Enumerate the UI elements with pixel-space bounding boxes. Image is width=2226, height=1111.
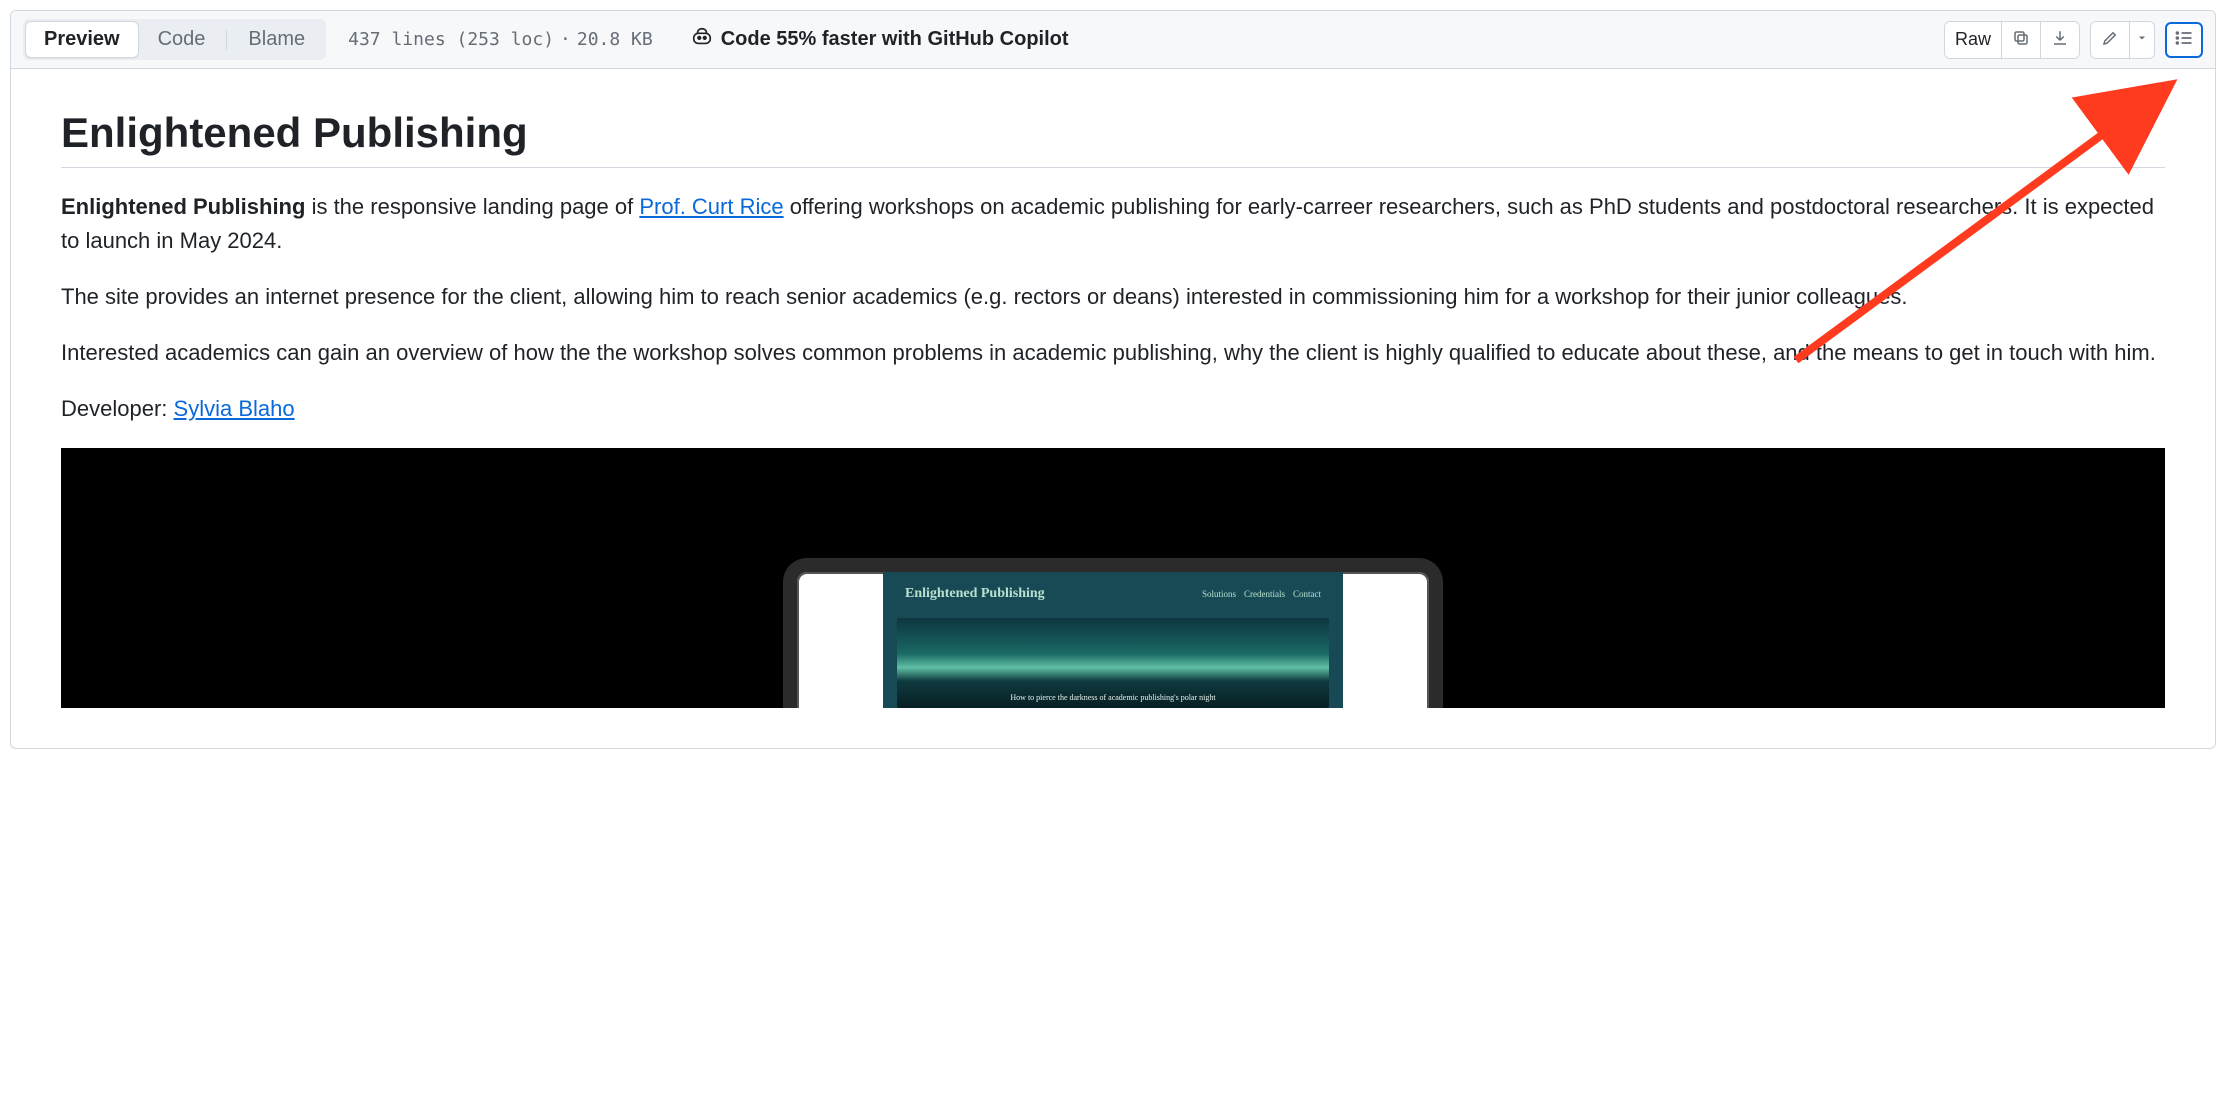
tab-divider [226,30,227,50]
nav-item: Solutions [1202,589,1236,599]
file-meta: 437 lines (253 loc) · 20.8 KB [348,29,653,50]
pencil-icon [2101,29,2119,50]
laptop-camera-icon [1109,560,1117,568]
readme-paragraph-3: Interested academics can gain an overvie… [61,336,2165,370]
site-nav: Solutions Credentials Contact [1202,589,1321,599]
caret-down-icon [2136,32,2148,47]
list-icon [2174,28,2194,51]
edit-dropdown[interactable] [2129,22,2154,58]
outline-button[interactable] [2165,22,2203,58]
file-view: Preview Code Blame 437 lines (253 loc) ·… [10,10,2216,749]
nav-item: Contact [1293,589,1321,599]
readme-paragraph-1: Enlightened Publishing is the responsive… [61,190,2165,258]
project-name-strong: Enlightened Publishing [61,194,305,219]
site-hero: How to pierce the darkness of academic p… [897,618,1329,708]
developer-link[interactable]: Sylvia Blaho [174,396,295,421]
readme-preview-image: Enlightened Publishing Solutions Credent… [61,448,2165,708]
view-mode-tabs: Preview Code Blame [23,19,326,60]
edit-button[interactable] [2091,22,2129,58]
file-size: 20.8 KB [577,29,653,50]
copy-icon [2012,29,2030,50]
readme-paragraph-4: Developer: Sylvia Blaho [61,392,2165,426]
site-mockup: Enlightened Publishing Solutions Credent… [883,572,1343,708]
prof-link[interactable]: Prof. Curt Rice [639,194,783,219]
meta-separator: · [560,29,571,50]
raw-group: Raw [1944,21,2080,59]
tab-code[interactable]: Code [139,21,225,58]
raw-button[interactable]: Raw [1945,22,2001,58]
tab-blame[interactable]: Blame [229,21,324,58]
edit-group [2090,21,2155,59]
laptop-mockup: Enlightened Publishing Solutions Credent… [783,558,1443,708]
toolbar-actions: Raw [1944,21,2203,59]
copilot-icon [691,26,713,54]
tab-preview[interactable]: Preview [25,21,139,58]
download-icon [2051,29,2069,50]
nav-item: Credentials [1244,589,1285,599]
file-toolbar: Preview Code Blame 437 lines (253 loc) ·… [11,11,2215,69]
copilot-promo[interactable]: Code 55% faster with GitHub Copilot [691,26,1069,54]
readme-content: Enlightened Publishing Enlightened Publi… [11,69,2215,748]
site-title: Enlightened Publishing [905,586,1045,602]
copy-button[interactable] [2001,22,2040,58]
readme-paragraph-2: The site provides an internet presence f… [61,280,2165,314]
readme-title: Enlightened Publishing [61,109,2165,168]
download-button[interactable] [2040,22,2079,58]
site-header: Enlightened Publishing Solutions Credent… [883,572,1343,610]
file-lines: 437 lines (253 loc) [348,29,554,50]
hero-caption: How to pierce the darkness of academic p… [897,693,1329,702]
copilot-text: Code 55% faster with GitHub Copilot [721,28,1069,51]
